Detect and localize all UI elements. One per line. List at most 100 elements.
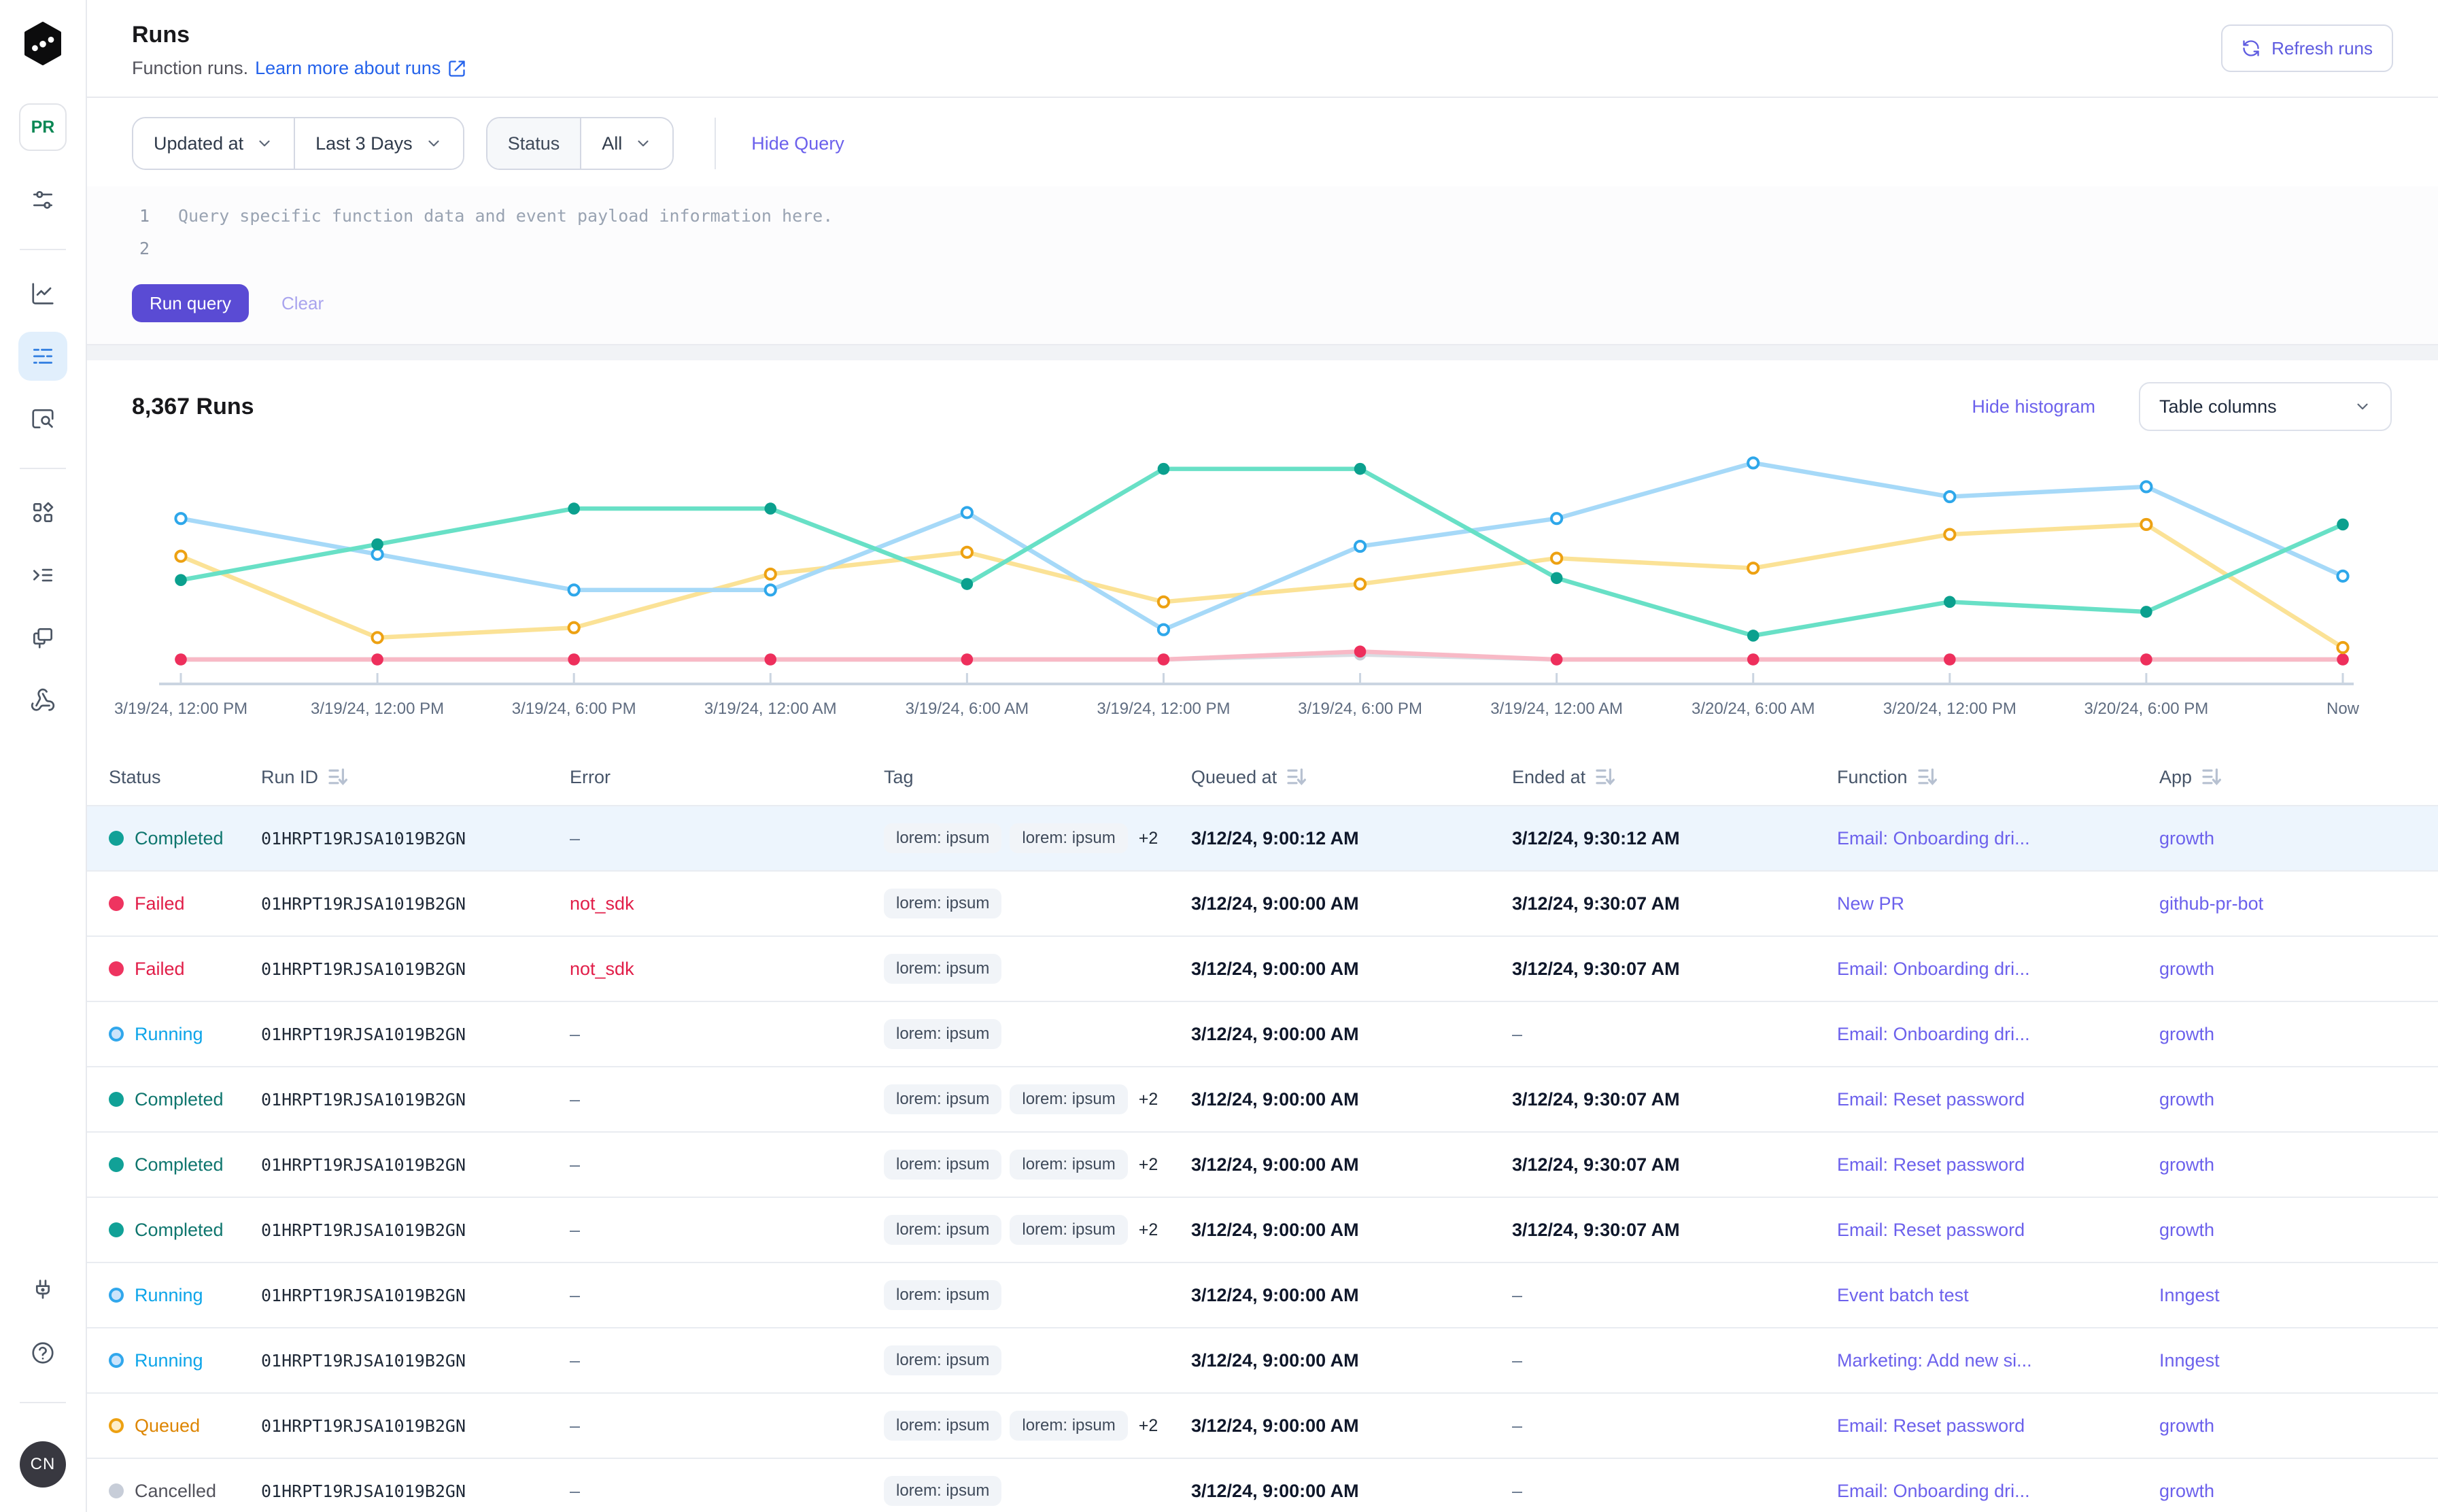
table-row[interactable]: Running01HRPT19RJSA1019B2GN–lorem: ipsum… [87, 1328, 2438, 1394]
data-point-failed [1944, 653, 1956, 666]
column-header-app[interactable]: App [2159, 767, 2438, 788]
table-header-row: StatusRun IDErrorTagQueued atEnded atFun… [87, 749, 2438, 806]
function-link[interactable]: Event batch test [1837, 1285, 1969, 1306]
sort-field-dropdown[interactable]: Updated at [133, 118, 294, 169]
learn-more-link[interactable]: Learn more about runs [255, 58, 466, 79]
table-row[interactable]: Running01HRPT19RJSA1019B2GN–lorem: ipsum… [87, 1002, 2438, 1067]
app-link[interactable]: growth [2159, 959, 2214, 980]
section-separator [87, 344, 2438, 360]
table-row[interactable]: Completed01HRPT19RJSA1019B2GN–lorem: ips… [87, 806, 2438, 872]
tag-pill: lorem: ipsum [884, 1280, 1001, 1310]
app-link[interactable]: growth [2159, 1415, 2214, 1437]
app-cell: growth [2159, 1154, 2438, 1175]
run-query-button[interactable]: Run query [132, 284, 249, 322]
refresh-runs-button[interactable]: Refresh runs [2221, 24, 2393, 72]
run-id-cell: 01HRPT19RJSA1019B2GN [261, 1481, 570, 1501]
queued-at-cell: 3/12/24, 9:00:00 AM [1191, 1350, 1512, 1371]
workspace-badge[interactable]: PR [19, 103, 67, 151]
chevron-down-icon [634, 135, 652, 152]
column-header-ended-at[interactable]: Ended at [1512, 767, 1837, 788]
app-link[interactable]: github-pr-bot [2159, 893, 2263, 914]
tag-pill: lorem: ipsum [884, 1084, 1001, 1114]
status-dot [109, 1288, 124, 1303]
error-cell: – [570, 1024, 884, 1045]
table-row[interactable]: Failed01HRPT19RJSA1019B2GNnot_sdklorem: … [87, 872, 2438, 937]
function-link[interactable]: Marketing: Add new si... [1837, 1350, 2032, 1371]
data-point-running [766, 585, 776, 595]
status-filter-group: Status All [486, 117, 674, 170]
hide-histogram-link[interactable]: Hide histogram [1972, 396, 2095, 417]
sidebar-item-runs[interactable] [18, 332, 67, 381]
filter-settings-icon[interactable] [18, 175, 67, 224]
table-row[interactable]: Running01HRPT19RJSA1019B2GN–lorem: ipsum… [87, 1263, 2438, 1328]
runs-histogram: 3/19/24, 12:00 PM3/19/24, 12:00 PM3/19/2… [87, 431, 2438, 733]
app-link[interactable]: growth [2159, 1220, 2214, 1241]
function-link[interactable]: Email: Reset password [1837, 1089, 2025, 1110]
refresh-icon [2242, 39, 2261, 58]
data-point-failed [1354, 646, 1367, 658]
sidebar-divider [20, 468, 66, 469]
table-row[interactable]: Queued01HRPT19RJSA1019B2GN–lorem: ipsuml… [87, 1394, 2438, 1459]
app-link[interactable]: growth [2159, 1154, 2214, 1175]
function-link[interactable]: Email: Onboarding dri... [1837, 828, 2030, 849]
error-cell: – [570, 1481, 884, 1502]
app-link[interactable]: Inngest [2159, 1350, 2220, 1371]
table-row[interactable]: Completed01HRPT19RJSA1019B2GN–lorem: ips… [87, 1133, 2438, 1198]
column-header-function[interactable]: Function [1837, 767, 2159, 788]
function-link[interactable]: Email: Reset password [1837, 1220, 2025, 1241]
apps-icon [30, 500, 56, 526]
function-link[interactable]: Email: Onboarding dri... [1837, 1481, 2030, 1502]
data-point-completed [1944, 596, 1956, 608]
hide-query-link[interactable]: Hide Query [751, 133, 844, 154]
status-label: Completed [135, 828, 224, 849]
sidebar-item-help[interactable] [18, 1328, 67, 1377]
status-label: Running [135, 1285, 203, 1306]
function-link[interactable]: Email: Onboarding dri... [1837, 959, 2030, 980]
sidebar-item-dev-server[interactable] [18, 1266, 67, 1315]
tag-pill: lorem: ipsum [884, 954, 1001, 984]
data-point-failed [1551, 653, 1563, 666]
app-link[interactable]: growth [2159, 1024, 2214, 1045]
help-icon [30, 1340, 56, 1366]
table-columns-dropdown[interactable]: Table columns [2139, 382, 2392, 431]
table-row[interactable]: Cancelled 01HRPT19RJSA1019B2GN–lorem: ips… [87, 1459, 2438, 1512]
app-link[interactable]: growth [2159, 1481, 2214, 1502]
data-point-running [1944, 492, 1955, 502]
inngest-logo[interactable] [22, 22, 63, 65]
run-id-cell: 01HRPT19RJSA1019B2GN [261, 1155, 570, 1175]
column-header-tag: Tag [884, 767, 1191, 788]
user-avatar[interactable]: CN [20, 1441, 66, 1488]
app-cell: github-pr-bot [2159, 893, 2438, 914]
runs-count: 8,367 Runs [132, 394, 254, 420]
sidebar-item-trace-search[interactable] [18, 394, 67, 443]
function-link[interactable]: New PR [1837, 893, 1904, 914]
status-label: Cancelled [135, 1481, 216, 1502]
table-row[interactable]: Completed01HRPT19RJSA1019B2GN–lorem: ips… [87, 1067, 2438, 1133]
table-row[interactable]: Completed01HRPT19RJSA1019B2GN–lorem: ips… [87, 1198, 2438, 1263]
sidebar-item-webhooks[interactable] [18, 676, 67, 725]
column-header-queued-at[interactable]: Queued at [1191, 767, 1512, 788]
app-link[interactable]: Inngest [2159, 1285, 2220, 1306]
table-row[interactable]: Failed01HRPT19RJSA1019B2GNnot_sdklorem: … [87, 937, 2438, 1002]
app-link[interactable]: growth [2159, 1089, 2214, 1110]
error-cell: – [570, 1220, 884, 1241]
sidebar-item-functions[interactable] [18, 613, 67, 662]
query-editor[interactable]: 1 Query specific function data and event… [87, 186, 2438, 344]
sidebar-item-apps[interactable] [18, 488, 67, 537]
tag-cell: lorem: ipsum [884, 1476, 1191, 1506]
app-link[interactable]: growth [2159, 828, 2214, 849]
status-filter-dropdown[interactable]: All [580, 118, 672, 169]
function-link[interactable]: Email: Onboarding dri... [1837, 1024, 2030, 1045]
sidebar-item-metrics[interactable] [18, 269, 67, 318]
clear-query-button[interactable]: Clear [281, 293, 324, 314]
status-dot [109, 1483, 124, 1498]
sidebar-item-events[interactable] [18, 551, 67, 600]
column-header-run-id[interactable]: Run ID [261, 767, 570, 788]
function-link[interactable]: Email: Reset password [1837, 1415, 2025, 1437]
error-cell: – [570, 1154, 884, 1175]
queued-at-cell: 3/12/24, 9:00:12 AM [1191, 828, 1512, 849]
tag-pill: lorem: ipsum [884, 1150, 1001, 1180]
time-range-dropdown[interactable]: Last 3 Days [294, 118, 463, 169]
function-link[interactable]: Email: Reset password [1837, 1154, 2025, 1175]
data-point-failed [1158, 653, 1170, 666]
